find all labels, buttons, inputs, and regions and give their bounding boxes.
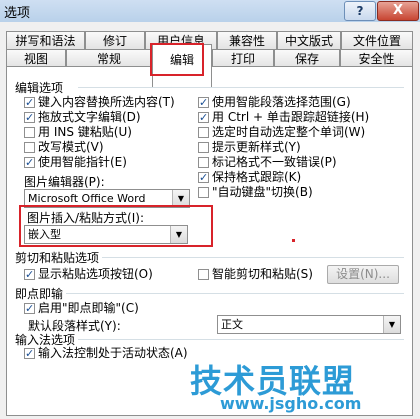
edit-options-title: 编辑选项	[15, 81, 64, 95]
checkbox-unchecked-icon	[24, 142, 35, 153]
picture-editor-label: 图片编辑器(P):	[24, 175, 105, 189]
help-button[interactable]: ?	[344, 1, 376, 21]
click-and-type-title: 即点即输	[15, 287, 64, 301]
ctrl-click-hyperlink-checkbox[interactable]: 用 Ctrl + 单击跟踪超链接(H)	[198, 110, 369, 125]
auto-keyboard-checkbox[interactable]: "自动键盘"切换(B)	[198, 185, 313, 200]
prompt-update-style-checkbox[interactable]: 提示更新样式(Y)	[198, 140, 301, 155]
title-bar: 选项 ? X	[0, 0, 420, 22]
section-divider	[102, 257, 404, 258]
select-whole-word-checkbox[interactable]: 选定时自动选定整个单词(W)	[198, 125, 365, 140]
tab-save[interactable]: 保存	[274, 49, 340, 67]
tab-general[interactable]: 常规	[66, 49, 152, 67]
checkbox-checked-icon	[198, 110, 209, 125]
tab-file-locations[interactable]: 文件位置	[341, 31, 413, 49]
checkbox-unchecked-icon	[198, 142, 209, 153]
keep-track-formatting-checkbox[interactable]: 保持格式跟踪(K)	[198, 170, 301, 185]
checkbox-unchecked-icon	[198, 127, 209, 138]
section-divider	[78, 339, 404, 340]
enable-click-type-checkbox[interactable]: 启用"即点即输"(C)	[24, 301, 139, 316]
window-title: 选项	[4, 6, 31, 21]
tab-highlight-box	[150, 43, 204, 76]
chevron-down-icon: ▼	[383, 316, 400, 333]
checkbox-checked-icon	[198, 95, 209, 110]
tab-revisions[interactable]: 修订	[85, 31, 145, 49]
section-divider	[66, 293, 404, 294]
smart-paragraph-checkbox[interactable]: 使用智能段落选择范围(G)	[198, 95, 351, 110]
checkbox-checked-icon	[24, 346, 35, 361]
show-paste-options-checkbox[interactable]: 显示粘贴选项按钮(O)	[24, 267, 153, 282]
checkbox-checked-icon	[24, 95, 35, 110]
insert-paste-highlight-box	[19, 205, 213, 247]
close-button[interactable]: X	[377, 1, 419, 21]
cut-paste-title: 剪切和粘贴选项	[15, 251, 100, 265]
checkbox-unchecked-icon	[198, 157, 209, 168]
tab-asian-typography[interactable]: 中文版式	[277, 31, 341, 49]
ime-control-checkbox[interactable]: 输入法控制处于活动状态(A)	[24, 346, 188, 361]
checkbox-checked-icon	[24, 110, 35, 125]
checkbox-unchecked-icon	[198, 269, 209, 280]
overtype-checkbox[interactable]: 改写模式(V)	[24, 140, 104, 155]
ins-paste-checkbox[interactable]: 用 INS 键粘贴(U)	[24, 125, 132, 140]
tab-compatibility[interactable]: 兼容性	[217, 31, 277, 49]
watermark-url: www.jsgho.com	[220, 394, 362, 413]
settings-button[interactable]: 设置(N)...	[327, 265, 399, 284]
checkbox-unchecked-icon	[24, 127, 35, 138]
checkbox-unchecked-icon	[198, 187, 209, 198]
replace-selection-checkbox[interactable]: 键入内容替换所选内容(T)	[24, 95, 175, 110]
tab-view[interactable]: 视图	[6, 49, 66, 67]
smart-cut-paste-checkbox[interactable]: 智能剪切和粘贴(S)	[198, 267, 313, 282]
checkbox-checked-icon	[24, 301, 35, 316]
mark-format-errors-checkbox[interactable]: 标记格式不一致错误(P)	[198, 155, 337, 170]
drag-drop-checkbox[interactable]: 拖放式文字编辑(D)	[24, 110, 141, 125]
tab-print[interactable]: 打印	[212, 49, 274, 67]
smart-cursor-checkbox[interactable]: 使用智能指针(E)	[24, 155, 127, 170]
section-divider	[78, 87, 404, 88]
checkbox-checked-icon	[198, 170, 209, 185]
default-style-select[interactable]: 正文 ▼	[217, 315, 401, 334]
checkbox-checked-icon	[24, 155, 35, 170]
tab-security[interactable]: 安全性	[340, 49, 413, 67]
checkbox-checked-icon	[24, 267, 35, 282]
red-dot-marker	[292, 239, 295, 242]
tab-spelling-grammar[interactable]: 拼写和语法	[6, 31, 85, 49]
